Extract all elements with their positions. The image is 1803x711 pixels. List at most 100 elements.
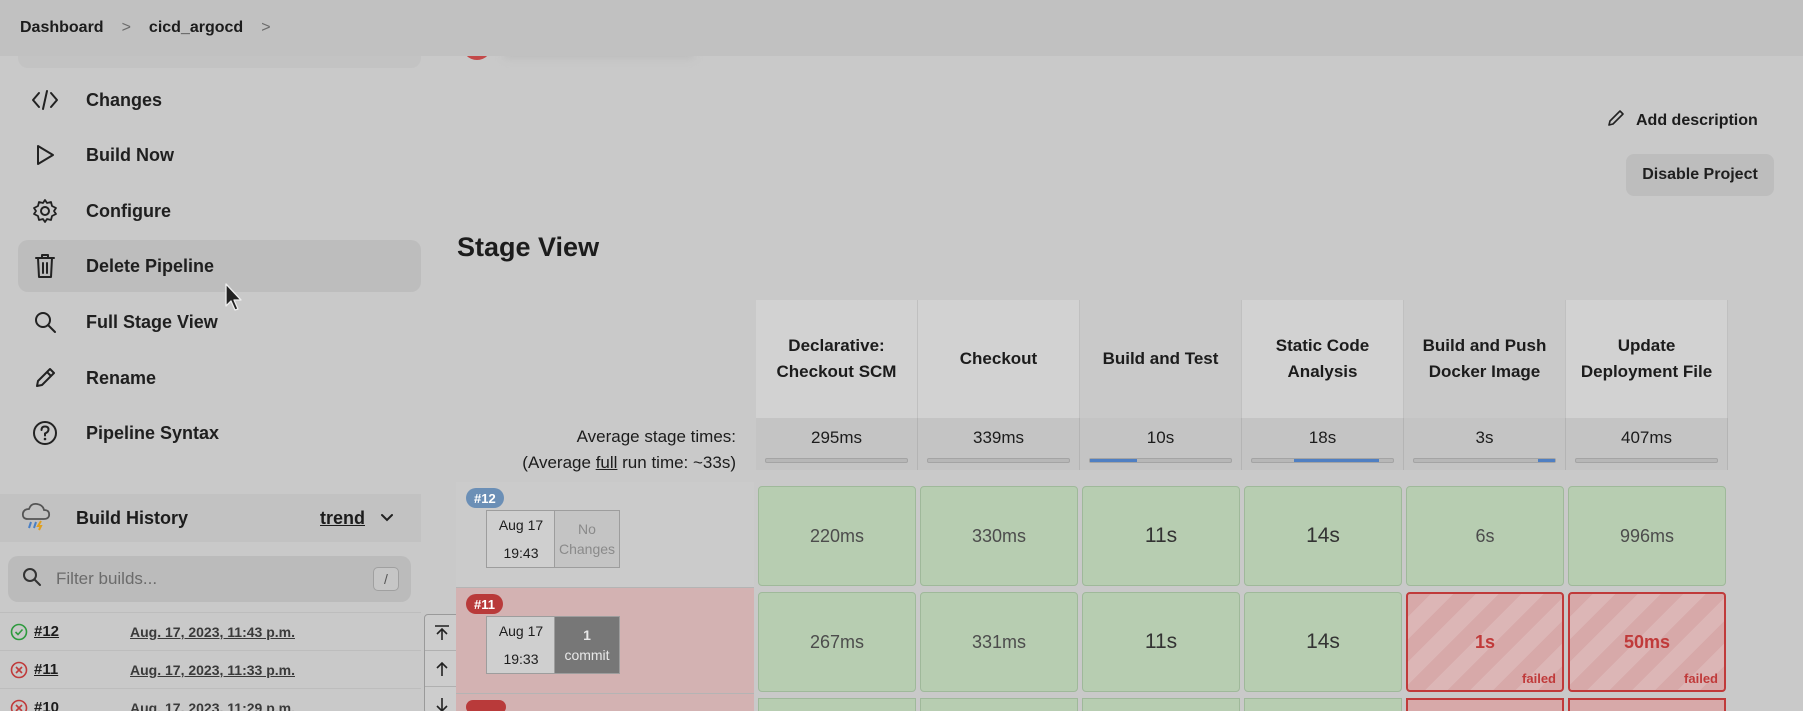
commit-word: commit <box>564 647 610 663</box>
stage-cell-partial[interactable] <box>920 698 1078 711</box>
chevron-down-icon[interactable] <box>380 510 394 528</box>
build-row[interactable]: #12 Aug. 17, 2023, 11:43 p.m. <box>0 612 421 650</box>
play-icon <box>30 140 60 170</box>
sidebar-item-full-stage-view[interactable]: Full Stage View <box>18 296 421 348</box>
stage-progress-bar <box>1413 458 1556 463</box>
gear-icon <box>30 196 60 226</box>
stage-cell-partial[interactable] <box>1568 698 1726 711</box>
stage-average-value: 295ms <box>810 428 863 447</box>
sidebar-item-label: Changes <box>86 89 163 110</box>
run-badge[interactable]: #12 <box>466 488 504 508</box>
add-description-label: Add description <box>1636 111 1758 129</box>
stage-cell[interactable]: 996ms <box>1568 486 1726 586</box>
stage-average: 295ms <box>756 418 918 470</box>
run-badge-partial[interactable] <box>466 700 506 711</box>
stage-average-value: 407ms <box>1620 428 1673 447</box>
run-summary: #11 Aug 17 19:33 1 commit <box>456 588 754 694</box>
search-icon <box>22 567 42 592</box>
disable-project-button[interactable]: Disable Project <box>1626 154 1774 196</box>
run-summary-partial <box>456 694 754 711</box>
sidebar-item-pipeline-syntax[interactable]: Pipeline Syntax <box>18 407 421 459</box>
run-summary: #12 Aug 17 19:43 No Changes <box>456 482 754 588</box>
shortcut-hint: / <box>373 567 399 591</box>
stage-cell[interactable]: 11s <box>1082 592 1240 692</box>
run-time: 19:33 <box>503 651 539 667</box>
stage-cell-failed[interactable]: 1s failed <box>1406 592 1564 692</box>
sidebar-item-delete-pipeline[interactable]: Delete Pipeline <box>18 240 421 292</box>
run-date: Aug 17 <box>498 517 544 533</box>
sidebar-item-changes[interactable]: Changes <box>18 74 421 126</box>
scroll-controls <box>424 614 460 711</box>
breadcrumb-project[interactable]: cicd_argocd <box>149 19 243 37</box>
stage-cell[interactable]: 14s <box>1244 486 1402 586</box>
build-date-link[interactable]: Aug. 17, 2023, 11:29 p.m. <box>130 700 295 711</box>
stage-cell[interactable]: 330ms <box>920 486 1078 586</box>
stage-cell-partial[interactable] <box>758 698 916 711</box>
build-number-link[interactable]: #10 <box>34 699 130 711</box>
stage-header: Checkout <box>918 300 1080 418</box>
stage-header: Update Deployment File <box>1566 300 1728 418</box>
stage-cell-partial[interactable] <box>1082 698 1240 711</box>
stage-average-value: 3s <box>1475 428 1494 447</box>
build-number-link[interactable]: #12 <box>34 623 130 640</box>
full-run-link[interactable]: full <box>596 453 618 472</box>
sidebar-item-configure[interactable]: Configure <box>18 185 421 237</box>
trend-link[interactable]: trend <box>320 508 365 529</box>
failed-label: failed <box>1684 671 1718 686</box>
stage-average-value: 10s <box>1146 428 1175 447</box>
stage-progress-fill <box>1538 459 1555 462</box>
build-row[interactable]: #10 Aug. 17, 2023, 11:29 p.m. <box>0 688 421 711</box>
success-icon <box>10 623 28 641</box>
commit-count: 1 <box>583 627 591 643</box>
build-history-title: Build History <box>76 507 189 528</box>
stage-cell[interactable]: 14s <box>1244 592 1402 692</box>
run-date-box: Aug 17 19:33 <box>486 616 556 674</box>
stage-average-value: 18s <box>1308 428 1337 447</box>
sidebar-item-label: Delete Pipeline <box>86 255 215 276</box>
scroll-down-button[interactable] <box>425 687 459 711</box>
sidebar-item-build-now[interactable]: Build Now <box>18 129 421 181</box>
stage-average: 407ms <box>1566 418 1728 470</box>
stage-progress-bar <box>1575 458 1718 463</box>
failure-icon <box>10 699 28 711</box>
stage-cell[interactable]: 6s <box>1406 486 1564 586</box>
stage-cell-partial[interactable] <box>1406 698 1564 711</box>
add-description-link[interactable]: Add description <box>1606 108 1758 133</box>
sidebar-item-label: Build Now <box>86 144 174 165</box>
failure-icon <box>10 661 28 679</box>
breadcrumb-separator: > <box>121 19 131 36</box>
stage-cell[interactable]: 11s <box>1082 486 1240 586</box>
sidebar-item-label: Full Stage View <box>86 311 218 332</box>
stage-header: Build and Push Docker Image <box>1404 300 1566 418</box>
sidebar-item-label: Rename <box>86 367 157 388</box>
mouse-cursor-icon <box>224 282 244 317</box>
breadcrumb-dashboard[interactable]: Dashboard <box>20 19 104 37</box>
filter-builds-input[interactable] <box>56 569 356 589</box>
breadcrumb-separator[interactable]: > <box>261 19 270 37</box>
sidebar-item-label: Configure <box>86 200 171 221</box>
stage-cell-failed[interactable]: 50ms failed <box>1568 592 1726 692</box>
help-icon <box>30 418 60 448</box>
build-date-link[interactable]: Aug. 17, 2023, 11:43 p.m. <box>130 624 295 640</box>
build-date-link[interactable]: Aug. 17, 2023, 11:33 p.m. <box>130 662 295 678</box>
scroll-up-button[interactable] <box>425 651 459 687</box>
stage-progress-bar <box>927 458 1070 463</box>
build-number-link[interactable]: #11 <box>34 661 130 678</box>
average-stage-times-text: Average stage times: <box>576 427 736 446</box>
stage-progress-bar <box>1251 458 1394 463</box>
run-badge[interactable]: #11 <box>466 594 503 614</box>
stage-cell[interactable]: 331ms <box>920 592 1078 692</box>
search-icon <box>30 307 60 337</box>
stage-cell-partial[interactable] <box>1244 698 1402 711</box>
run-time: 19:43 <box>503 545 539 561</box>
scroll-top-button[interactable] <box>425 615 459 651</box>
run-changes[interactable]: 1 commit <box>554 616 620 674</box>
build-row[interactable]: #11 Aug. 17, 2023, 11:33 p.m. <box>0 650 421 688</box>
stage-progress-fill <box>1294 459 1379 462</box>
average-times-label: Average stage times: (Average full run t… <box>456 424 736 476</box>
avg-run-prefix: (Average <box>522 453 596 472</box>
stage-cell[interactable]: 267ms <box>758 592 916 692</box>
stage-cell[interactable]: 220ms <box>758 486 916 586</box>
sidebar-item-rename[interactable]: Rename <box>18 352 421 404</box>
pencil-icon <box>1606 108 1626 133</box>
